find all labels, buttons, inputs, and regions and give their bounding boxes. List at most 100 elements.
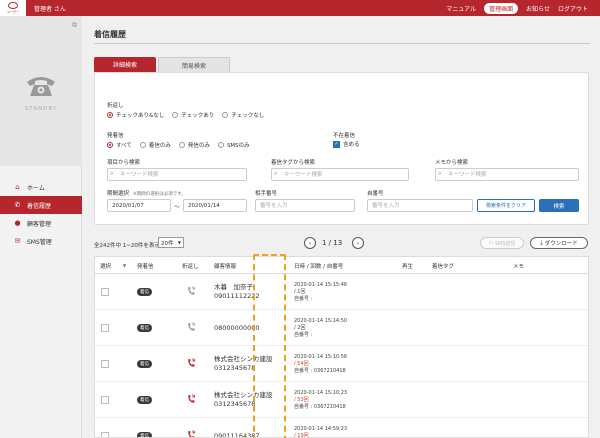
tab-detail-search[interactable]: 詳細検索 [94, 57, 156, 72]
page-title: 着信履歴 [94, 30, 126, 39]
date-from-input[interactable] [107, 199, 171, 212]
table-row[interactable]: 着信 09011164387 2020-01-14 14:59:23/ 19回自番号… [95, 418, 588, 438]
table-row[interactable]: 着信 08000000000 2020-01-14 15:14:50/ 2回 自番号 … [95, 310, 588, 346]
missed-call-label: 不在着信 [333, 133, 356, 139]
call-count: / 53回 [294, 397, 309, 403]
call-datetime: 2020-01-14 14:59:23/ 19回自番号 : 0367210418 [294, 426, 348, 437]
sidebar-item-label: ホーム [27, 184, 45, 192]
partner-number-input[interactable] [255, 199, 355, 212]
tag-search-input[interactable] [271, 168, 409, 181]
next-page-button[interactable]: › [352, 237, 364, 249]
row-checkbox[interactable] [101, 360, 109, 368]
nav-manual[interactable]: マニュアル [446, 4, 476, 13]
sidebar-item-sms[interactable]: ✉ SMS管理 [0, 232, 82, 250]
radio-label: 発信のみ [187, 143, 210, 149]
radio-direction-sms[interactable]: SMSのみ [217, 141, 250, 149]
side-menu: ⌂ ホーム ✆ 着信履歴 ● 顧客管理 ✉ SMS管理 [0, 178, 82, 250]
top-nav: マニュアル 管理画面 お知らせ ログアウト [446, 2, 600, 14]
table-row[interactable]: 着信 株式会社シンカ建設 0312345678 2020-01-14 15:10:56… [95, 346, 588, 382]
return-call-icon[interactable] [187, 394, 195, 404]
row-checkbox[interactable] [101, 432, 109, 437]
own-number-input[interactable] [367, 199, 473, 212]
external-link-icon[interactable]: ⧉ [72, 21, 77, 30]
table-row[interactable]: 着信 株式会社シンカ建設 0312345678 2020-01-14 15:10:23… [95, 382, 588, 418]
chevron-right-icon: › [356, 239, 360, 247]
prev-page-button[interactable]: ‹ [304, 237, 316, 249]
customer-phone: 0312345678 [214, 364, 256, 372]
download-button[interactable]: ⤓ ダウンロード [530, 237, 588, 249]
radio-dot [107, 142, 113, 148]
per-page-select[interactable]: 20件 ▼ [158, 237, 184, 248]
radio-direction-outgoing[interactable]: 発信のみ [178, 141, 210, 149]
radio-return-both[interactable]: チェックあり&なし [107, 111, 164, 119]
sms-send-button[interactable]: ▭ SMS送信 [480, 237, 524, 249]
sidebar-item-call-history[interactable]: ✆ 着信履歴 [0, 196, 82, 214]
call-time: 2020-01-14 15:10:23 [294, 390, 348, 396]
phone-icon: ✆ [14, 201, 21, 209]
radio-return-yes[interactable]: チェックあり [172, 111, 214, 119]
chevron-left-icon: ‹ [308, 239, 312, 247]
item-search-label: 項目から検索 [107, 160, 141, 166]
nav-logout[interactable]: ログアウト [558, 4, 588, 13]
tab-simple-search[interactable]: 簡易検索 [158, 57, 230, 72]
sidebar-item-label: 着信履歴 [27, 202, 52, 210]
radio-return-no[interactable]: チェックなし [222, 111, 264, 119]
logo[interactable]: ユーザー [0, 0, 26, 16]
row-checkbox[interactable] [101, 288, 109, 296]
memo-search-input[interactable] [435, 168, 579, 181]
direction-label: 発着信 [107, 133, 124, 139]
page-indicator: 1 / 13 [322, 239, 343, 247]
return-call-icon[interactable] [187, 322, 195, 332]
radio-direction-all[interactable]: すべて [107, 141, 132, 149]
radio-dot [107, 112, 113, 118]
radio-dot [139, 142, 146, 148]
customer-name[interactable]: 株式会社シンカ建設 [214, 355, 273, 364]
customer-phone: 09011164387 [214, 432, 260, 438]
chevron-down-icon: ▼ [177, 240, 181, 245]
radio-label: チェックあり&なし [116, 113, 165, 119]
date-to-input[interactable] [183, 199, 247, 212]
radio-dot [222, 112, 229, 118]
customer-info: 株式会社シンカ建設 0312345678 [214, 355, 273, 373]
user-name: 管理者 さん [34, 5, 66, 13]
phone-status-panel: ⧉ STANDBY [0, 16, 82, 166]
row-checkbox[interactable] [101, 324, 109, 332]
customer-name[interactable]: 木暮 加奈子 [214, 283, 260, 292]
sort-icon[interactable]: ▼ [123, 263, 126, 268]
call-time: 2020-01-14 15:10:56 [294, 354, 348, 360]
radio-label: SMSのみ [226, 143, 250, 149]
nav-notice[interactable]: お知らせ [526, 4, 550, 13]
sidebar-item-home[interactable]: ⌂ ホーム [0, 178, 82, 196]
call-time: 2020-01-14 15:15:46 [294, 282, 348, 288]
sidebar-item-customers[interactable]: ● 顧客管理 [0, 214, 82, 232]
clear-conditions-button[interactable]: 検索条件をクリア [477, 199, 535, 212]
user-icon: ● [14, 219, 21, 227]
row-checkbox[interactable] [101, 396, 109, 404]
radio-direction-incoming[interactable]: 着信のみ [139, 141, 171, 149]
call-time: 2020-01-14 14:59:23 [294, 426, 348, 432]
nav-admin[interactable]: 管理画面 [484, 2, 519, 14]
call-count: / 1回 [294, 289, 306, 295]
customer-info: 木暮 加奈子 09011112222 [214, 283, 260, 301]
item-search-input[interactable] [107, 168, 247, 181]
customer-name[interactable]: 株式会社シンカ建設 [214, 391, 273, 400]
sms-button-label: SMS送信 [494, 240, 516, 247]
search-panel: 折返し チェックあり&なし チェックあり チェックなし 発着信 すべて 着信のみ… [94, 72, 589, 225]
table-row[interactable]: 着信 木暮 加奈子 09011112222 2020-01-14 15:15:46/ … [95, 274, 588, 310]
th-return-call: 折返し [182, 264, 199, 270]
return-call-icon[interactable] [187, 430, 195, 438]
status-text: STANDBY [24, 106, 58, 112]
radio-label: 着信のみ [148, 143, 171, 149]
th-memo: メモ [513, 264, 525, 270]
missed-call-checkbox[interactable]: ✓ 含める [333, 140, 360, 148]
title-divider [94, 43, 590, 44]
check-icon: ✓ [333, 140, 340, 148]
call-history-table: 選択 ▼ 発着信 折返し 顧客情報 日時 / 回数 / 自番号 再生 着信タグ … [94, 256, 589, 438]
radio-dot [172, 112, 179, 118]
customer-info: 株式会社シンカ建設 0312345678 [214, 391, 273, 409]
search-button[interactable]: 検索 [539, 199, 579, 212]
return-call-icon[interactable] [187, 358, 195, 368]
return-call-icon[interactable] [187, 286, 195, 296]
direction-badge: 着信 [137, 396, 152, 404]
sidebar-item-label: SMS管理 [27, 238, 52, 246]
